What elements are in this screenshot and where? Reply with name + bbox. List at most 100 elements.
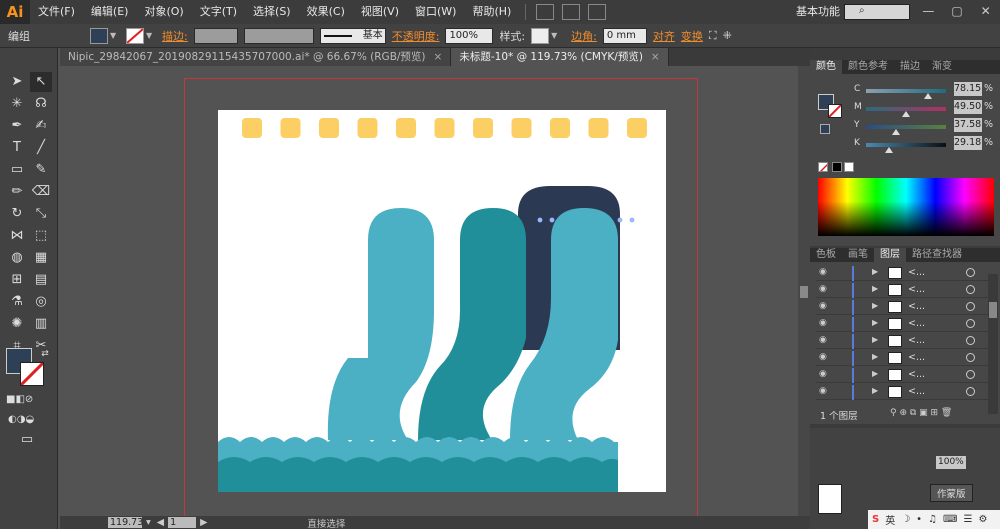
black-value[interactable]: 29.18	[954, 136, 982, 150]
chevron-down-icon[interactable]: ▼	[110, 31, 120, 40]
menu-view[interactable]: 视图(V)	[353, 0, 407, 24]
yellow-track[interactable]	[866, 125, 946, 129]
menu-edit[interactable]: 编辑(E)	[83, 0, 137, 24]
layer-row[interactable]: ◉ ▶ <...	[816, 317, 988, 332]
layer-name[interactable]: <...	[908, 317, 925, 331]
align-button[interactable]: 对齐	[653, 28, 675, 44]
cyan-value[interactable]: 78.15	[954, 82, 982, 96]
chevron-down-icon[interactable]: ▼	[551, 31, 561, 40]
magenta-knob[interactable]	[901, 111, 910, 117]
scale-tool-icon[interactable]: ⤡	[30, 204, 52, 224]
transform-button[interactable]: 变换	[681, 28, 703, 44]
voice-icon[interactable]: ♫	[928, 514, 937, 525]
cyan-knob[interactable]	[924, 93, 933, 99]
target-icon[interactable]	[966, 370, 975, 379]
mesh-tool-icon[interactable]: ⊞	[6, 270, 28, 290]
layer-name[interactable]: <...	[908, 385, 925, 399]
eyedropper-icon[interactable]: ⚗	[6, 292, 28, 312]
fill-swatch[interactable]	[90, 27, 108, 44]
vertical-scrollbar[interactable]	[798, 66, 810, 516]
eye-icon[interactable]: ◉	[819, 301, 833, 311]
expand-arrow-icon[interactable]: ▶	[872, 335, 878, 344]
opacity-field[interactable]: 100%	[445, 27, 494, 44]
selection-tool-icon[interactable]: ➤	[6, 72, 28, 92]
menu-window[interactable]: 窗口(W)	[407, 0, 464, 24]
layer-name[interactable]: <...	[908, 351, 925, 365]
layer-name[interactable]: <...	[908, 300, 925, 314]
layer-name[interactable]: <...	[908, 334, 925, 348]
target-icon[interactable]	[966, 387, 975, 396]
gpu-icon[interactable]	[588, 4, 607, 20]
direct-selection-tool-icon[interactable]: ↖	[30, 72, 52, 92]
eye-icon[interactable]: ◉	[819, 284, 833, 294]
zoom-field[interactable]: 119.73	[108, 517, 143, 528]
symbol-sprayer-icon[interactable]: ✺	[6, 314, 28, 334]
layer-row[interactable]: ◉ ▶ <...	[816, 334, 988, 349]
paintbrush-icon[interactable]: ✎	[30, 160, 52, 180]
tab-untitled-10[interactable]: 未标题-10* @ 119.73% (CMYK/预览) ×	[451, 48, 669, 66]
color-spectrum[interactable]	[818, 178, 994, 236]
maximize-icon[interactable]: ▢	[943, 0, 972, 24]
layer-actions-icon[interactable]: ⚲ ⊕ ⧉ ▣ ⊞ 🗑	[890, 408, 952, 418]
sogou-icon[interactable]: S	[872, 514, 879, 525]
black-track[interactable]	[866, 143, 946, 147]
tab-stroke[interactable]: 描边	[894, 60, 926, 74]
pencil-icon[interactable]: ✏	[6, 182, 28, 202]
tab-color-guide[interactable]: 颜色参考	[842, 60, 894, 74]
prev-artboard-icon[interactable]: ◀	[157, 517, 164, 528]
brush-definition-field[interactable]: 基本	[319, 27, 386, 44]
layer-name[interactable]: <...	[908, 368, 925, 382]
help-search-input[interactable]: ⌕	[844, 4, 910, 20]
eye-icon[interactable]: ◉	[819, 352, 833, 362]
menu-icon[interactable]: ☰	[963, 514, 972, 525]
none-swatch[interactable]	[818, 162, 828, 172]
variable-width-field[interactable]	[243, 27, 314, 44]
isolate-icon[interactable]: ⛶	[709, 29, 717, 43]
settings-icon[interactable]: ⚙	[978, 514, 987, 525]
teal-pillar-2[interactable]	[418, 208, 526, 440]
blend-tool-icon[interactable]: ◎	[30, 292, 52, 312]
cyan-track[interactable]	[866, 89, 946, 93]
color-mode-icon[interactable]: ■◧⊘	[6, 390, 33, 410]
stroke-color-preview[interactable]	[828, 104, 842, 118]
arrange-docs-icon[interactable]	[562, 4, 581, 20]
white-swatch[interactable]	[844, 162, 854, 172]
menu-effect[interactable]: 效果(C)	[299, 0, 353, 24]
magenta-slider-row[interactable]: M 49.50 %	[854, 100, 1000, 118]
punctuation-icon[interactable]: •	[916, 514, 922, 525]
eye-icon[interactable]: ◉	[819, 335, 833, 345]
anchor-point[interactable]	[617, 217, 623, 223]
tab-pathfinder[interactable]: 路径查找器	[906, 248, 968, 262]
expand-arrow-icon[interactable]: ▶	[872, 284, 878, 293]
perspective-grid-icon[interactable]: ▦	[30, 248, 52, 268]
artboard-number-field[interactable]: 1	[168, 517, 197, 528]
menu-help[interactable]: 帮助(H)	[464, 0, 519, 24]
out-of-gamut-icon[interactable]	[820, 124, 830, 134]
tab-swatches[interactable]: 色板	[810, 248, 842, 262]
menu-object[interactable]: 对象(O)	[136, 0, 191, 24]
anchor-point[interactable]	[537, 217, 543, 223]
make-mask-button[interactable]: 作蒙版	[930, 484, 973, 502]
layer-row[interactable]: ◉ ▶ <...	[816, 385, 988, 400]
black-swatch[interactable]	[832, 162, 842, 172]
lasso-icon[interactable]: ☊	[30, 94, 52, 114]
scrollbar-thumb[interactable]	[800, 286, 808, 298]
layer-row[interactable]: ◉ ▶ <...	[816, 300, 988, 315]
expand-arrow-icon[interactable]: ▶	[872, 386, 878, 395]
eye-icon[interactable]: ◉	[819, 318, 833, 328]
layer-row[interactable]: ◉ ▶ <...	[816, 351, 988, 366]
light-blue-pillar-1[interactable]	[327, 208, 434, 440]
layer-row[interactable]: ◉ ▶ <...	[816, 266, 988, 281]
corner-label[interactable]: 边角:	[571, 28, 597, 44]
canvas-area[interactable]	[60, 66, 798, 516]
expand-arrow-icon[interactable]: ▶	[872, 352, 878, 361]
tab-gradient[interactable]: 渐变	[926, 60, 958, 74]
mask-thumbnail[interactable]	[818, 484, 842, 514]
yellow-value[interactable]: 37.58	[954, 118, 982, 132]
corner-radius-field[interactable]: 0 mm	[602, 27, 647, 44]
opacity-field[interactable]: 100%	[936, 456, 966, 469]
close-icon[interactable]: ×	[651, 51, 660, 63]
target-icon[interactable]	[966, 302, 975, 311]
workspace-switcher[interactable]: 基本功能	[796, 0, 840, 24]
pen-tool-icon[interactable]: ✒	[6, 116, 28, 136]
